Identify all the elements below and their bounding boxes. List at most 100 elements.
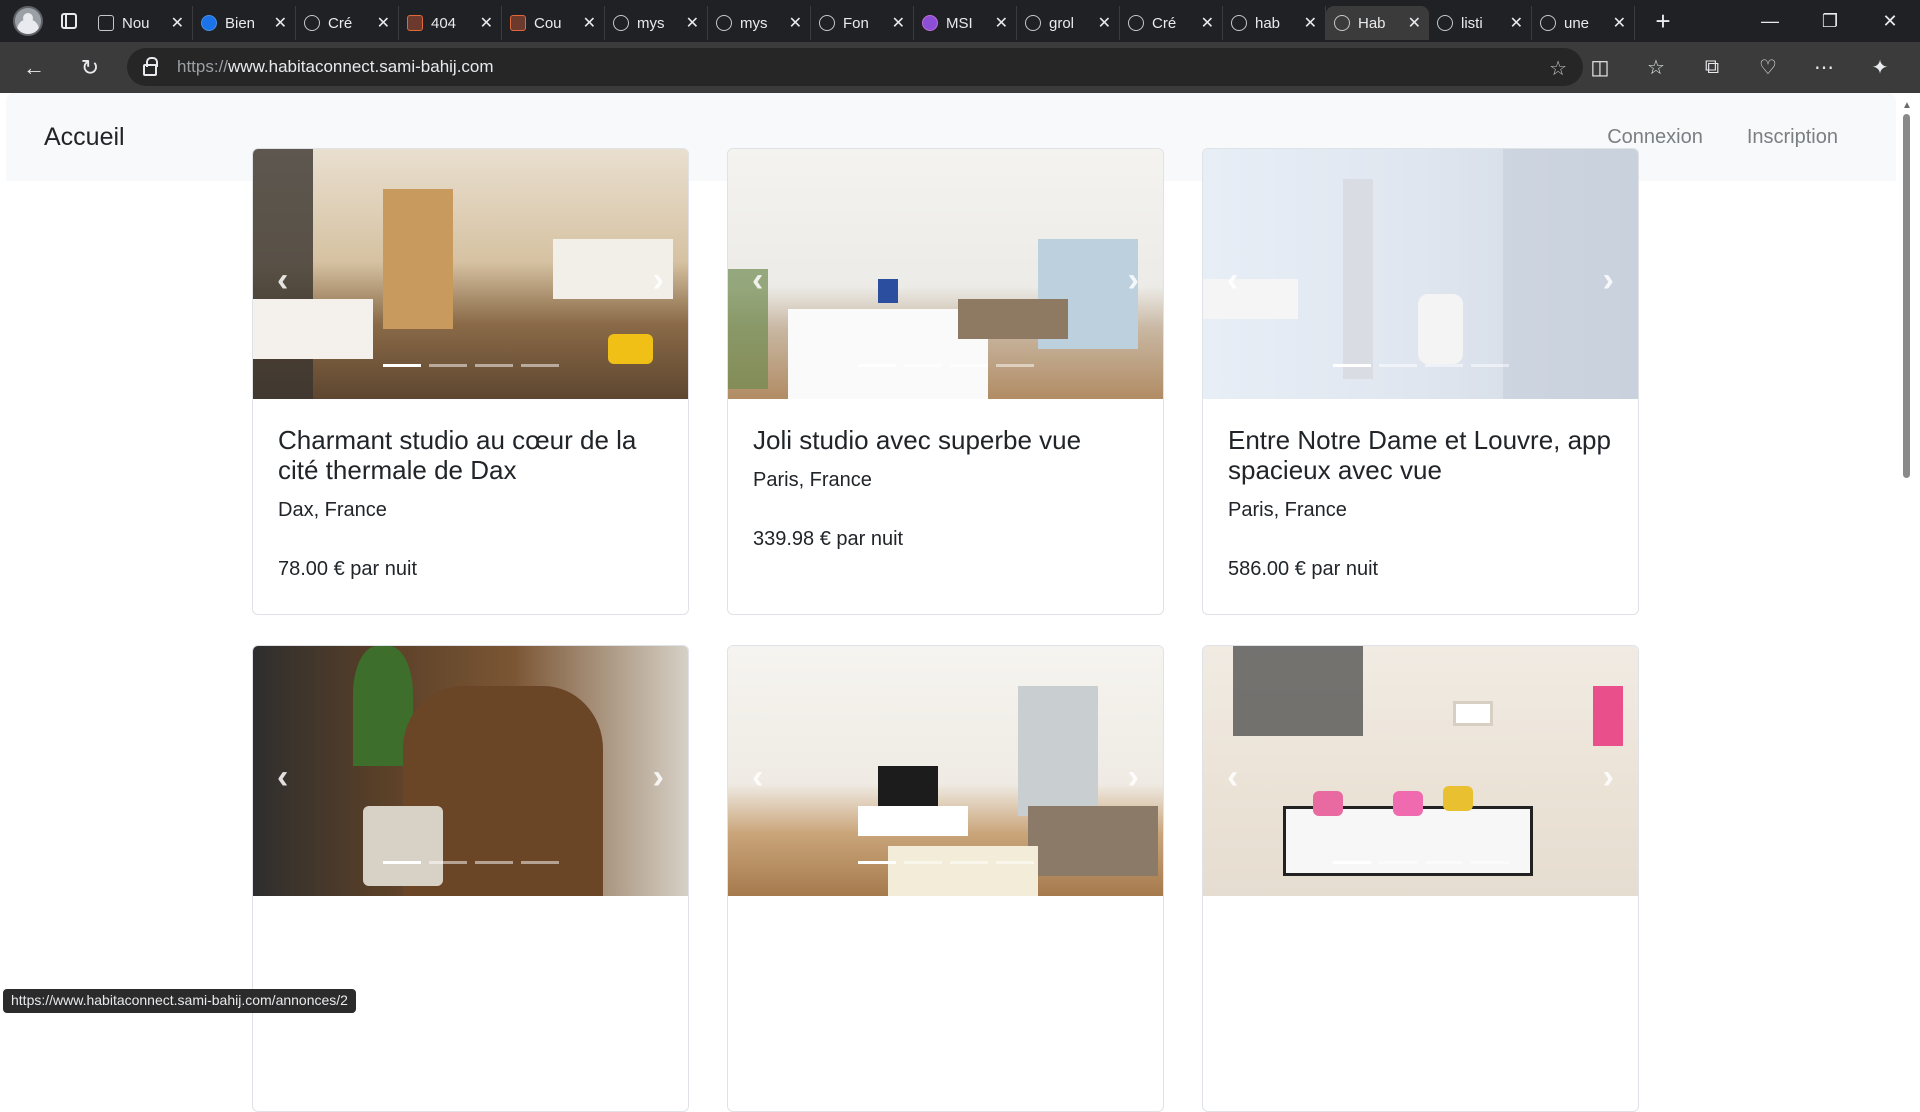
- browser-tab[interactable]: Cré ✕: [1120, 6, 1223, 40]
- listing-card[interactable]: ‹ › Charmant studio au cœur de la cité t…: [252, 148, 689, 615]
- address-bar[interactable]: https://www.habitaconnect.sami-bahij.com…: [127, 48, 1583, 86]
- carousel-next-icon[interactable]: ›: [1128, 758, 1139, 797]
- collections-icon[interactable]: ⧉: [1684, 42, 1740, 93]
- carousel-dot[interactable]: [857, 861, 896, 864]
- profile-button[interactable]: [8, 0, 48, 42]
- carousel-dot[interactable]: [474, 861, 513, 864]
- close-tab-icon[interactable]: ✕: [686, 13, 699, 33]
- listing-photo-carousel[interactable]: ‹ ›: [728, 646, 1163, 896]
- carousel-prev-icon[interactable]: ‹: [1227, 758, 1238, 797]
- listing-card[interactable]: ‹ ›: [1202, 645, 1639, 1112]
- listing-card[interactable]: ‹ › Joli studio avec superbe vue Paris, …: [727, 148, 1164, 615]
- more-menu-icon[interactable]: ⋯: [1796, 42, 1852, 93]
- close-tab-icon[interactable]: ✕: [171, 13, 184, 33]
- close-tab-icon[interactable]: ✕: [1304, 13, 1317, 33]
- listing-photo-carousel[interactable]: ‹ ›: [728, 149, 1163, 399]
- carousel-prev-icon[interactable]: ‹: [277, 261, 288, 300]
- carousel-dot[interactable]: [1470, 861, 1509, 864]
- close-tab-icon[interactable]: ✕: [789, 13, 802, 33]
- listing-card[interactable]: ‹ ›: [727, 645, 1164, 1112]
- carousel-prev-icon[interactable]: ‹: [752, 261, 763, 300]
- favorite-star-icon[interactable]: ☆: [1549, 56, 1567, 81]
- browser-tab[interactable]: grol ✕: [1017, 6, 1120, 40]
- close-tab-icon[interactable]: ✕: [1098, 13, 1111, 33]
- carousel-next-icon[interactable]: ›: [1603, 758, 1614, 797]
- close-tab-icon[interactable]: ✕: [274, 13, 287, 33]
- lock-icon[interactable]: [143, 57, 158, 76]
- carousel-prev-icon[interactable]: ‹: [277, 758, 288, 797]
- close-tab-icon[interactable]: ✕: [1201, 13, 1214, 33]
- carousel-dot[interactable]: [520, 861, 559, 864]
- carousel-dot[interactable]: [428, 861, 467, 864]
- carousel-dot[interactable]: [1424, 364, 1463, 367]
- carousel-dot[interactable]: [1332, 861, 1371, 864]
- browser-tab[interactable]: hab ✕: [1223, 6, 1326, 40]
- listing-title[interactable]: Charmant studio au cœur de la cité therm…: [278, 425, 663, 485]
- browser-tab[interactable]: listi ✕: [1429, 6, 1532, 40]
- listing-photo-carousel[interactable]: ‹ ›: [253, 149, 688, 399]
- close-tab-icon[interactable]: ✕: [1613, 13, 1626, 33]
- close-tab-icon[interactable]: ✕: [583, 13, 596, 33]
- browser-tab[interactable]: mys ✕: [708, 6, 811, 40]
- carousel-next-icon[interactable]: ›: [1603, 261, 1614, 300]
- browser-tab[interactable]: Bien ✕: [193, 6, 296, 40]
- listing-photo-carousel[interactable]: ‹ ›: [1203, 149, 1638, 399]
- favorites-icon[interactable]: ☆: [1628, 42, 1684, 93]
- carousel-dot[interactable]: [428, 364, 467, 367]
- copilot-icon[interactable]: ✦: [1852, 42, 1908, 93]
- carousel-dot[interactable]: [857, 364, 896, 367]
- browser-tab[interactable]: Nou ✕: [90, 6, 193, 40]
- page-scrollbar[interactable]: ▲: [1900, 98, 1912, 1020]
- carousel-dot[interactable]: [995, 364, 1034, 367]
- carousel-next-icon[interactable]: ›: [1128, 261, 1139, 300]
- browser-essentials-icon[interactable]: ♡: [1740, 42, 1796, 93]
- close-window-button[interactable]: ✕: [1860, 0, 1920, 42]
- carousel-dot[interactable]: [382, 861, 421, 864]
- scroll-thumb[interactable]: [1903, 114, 1910, 478]
- restore-button[interactable]: ❐: [1800, 0, 1860, 42]
- close-tab-icon[interactable]: ✕: [1408, 13, 1421, 33]
- minimize-button[interactable]: —: [1740, 0, 1800, 42]
- carousel-dot[interactable]: [474, 364, 513, 367]
- carousel-next-icon[interactable]: ›: [653, 758, 664, 797]
- listing-title[interactable]: Entre Notre Dame et Louvre, app spacieux…: [1228, 425, 1613, 485]
- browser-tab[interactable]: Cré ✕: [296, 6, 399, 40]
- tab-actions-button[interactable]: [48, 0, 90, 42]
- browser-tab[interactable]: MSI ✕: [914, 6, 1017, 40]
- listing-card[interactable]: ‹ ›: [252, 645, 689, 1112]
- browser-tab[interactable]: mys ✕: [605, 6, 708, 40]
- new-tab-button[interactable]: +: [1643, 0, 1683, 42]
- carousel-prev-icon[interactable]: ‹: [1227, 261, 1238, 300]
- refresh-button[interactable]: ↻: [68, 46, 112, 90]
- carousel-dot[interactable]: [1470, 364, 1509, 367]
- carousel-dot[interactable]: [903, 861, 942, 864]
- split-screen-icon[interactable]: ◫: [1572, 42, 1628, 93]
- carousel-dot[interactable]: [1424, 861, 1463, 864]
- carousel-dot[interactable]: [903, 364, 942, 367]
- carousel-dot[interactable]: [382, 364, 421, 367]
- carousel-next-icon[interactable]: ›: [653, 261, 664, 300]
- close-tab-icon[interactable]: ✕: [995, 13, 1008, 33]
- listing-card[interactable]: ‹ › Entre Notre Dame et Louvre, app spac…: [1202, 148, 1639, 615]
- back-button[interactable]: ←: [12, 46, 56, 90]
- listing-photo-carousel[interactable]: ‹ ›: [1203, 646, 1638, 896]
- browser-tab-active[interactable]: Hab ✕: [1326, 6, 1429, 40]
- close-tab-icon[interactable]: ✕: [1510, 13, 1523, 33]
- close-tab-icon[interactable]: ✕: [892, 13, 905, 33]
- browser-tab[interactable]: Fon ✕: [811, 6, 914, 40]
- scroll-up-arrow-icon[interactable]: ▲: [1902, 100, 1912, 111]
- carousel-dot[interactable]: [949, 861, 988, 864]
- close-tab-icon[interactable]: ✕: [377, 13, 390, 33]
- carousel-dot[interactable]: [1378, 861, 1417, 864]
- home-link[interactable]: Accueil: [44, 123, 125, 152]
- carousel-dot[interactable]: [949, 364, 988, 367]
- listing-photo-carousel[interactable]: ‹ ›: [253, 646, 688, 896]
- carousel-dot[interactable]: [520, 364, 559, 367]
- carousel-dot[interactable]: [995, 861, 1034, 864]
- signup-link[interactable]: Inscription: [1747, 126, 1838, 149]
- browser-tab[interactable]: Cou ✕: [502, 6, 605, 40]
- browser-tab[interactable]: une ✕: [1532, 6, 1635, 40]
- login-link[interactable]: Connexion: [1607, 126, 1703, 149]
- browser-tab[interactable]: 404 ✕: [399, 6, 502, 40]
- carousel-dot[interactable]: [1378, 364, 1417, 367]
